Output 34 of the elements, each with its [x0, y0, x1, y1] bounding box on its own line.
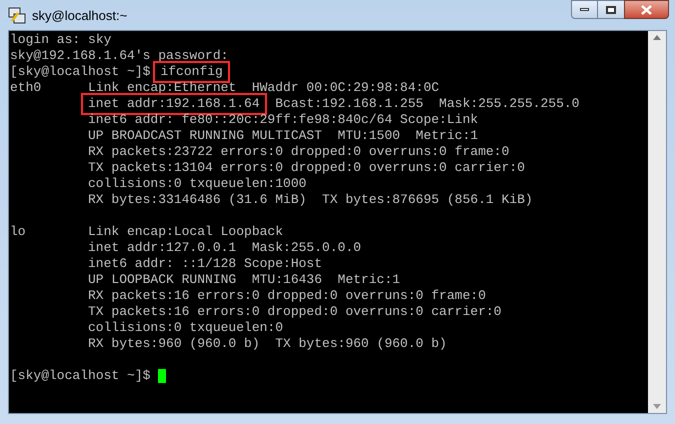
terminal-text: collisions:0 txqueuelen:1000 — [88, 176, 306, 192]
minimize-button[interactable] — [571, 0, 598, 19]
terminal-text: collisions:0 txqueuelen:0 — [88, 320, 284, 336]
window-title: sky@localhost:~ — [32, 7, 128, 25]
terminal-text: RX bytes:33146486 (31.6 MiB) TX bytes:876695 (856.1 KiB) — [88, 192, 533, 208]
interface-name: eth0 — [10, 80, 42, 95]
terminal-text: [sky@localhost ~]$ — [10, 64, 150, 80]
scroll-up-icon[interactable] — [653, 35, 661, 40]
terminal-text: inet addr:127.0.0.1 Mask:255.0.0.0 — [88, 240, 362, 256]
terminal-text: sky@192.168.1.64's password: — [10, 48, 228, 64]
highlighted-text: ifconfig — [153, 61, 230, 83]
terminal-text: RX bytes:960 (960.0 b) TX bytes:960 (960.0 b) — [88, 336, 447, 352]
terminal-text: RX packets:16 errors:0 dropped:0 overruns:0 frame:0 — [88, 288, 486, 304]
terminal-text: UP LOOPBACK RUNNING MTU:16436 Metric:1 — [88, 272, 400, 288]
terminal-text: inet6 addr: fe80::20c:29ff:fe98:840c/64 Scope:Link — [88, 112, 478, 128]
terminal-text: TX packets:13104 errors:0 dropped:0 overruns:0 carrier:0 — [88, 160, 525, 176]
terminal-text: TX packets:16 errors:0 dropped:0 overruns:0 carrier:0 — [88, 304, 502, 320]
scrollbar[interactable] — [648, 31, 666, 413]
minimize-icon — [580, 8, 589, 11]
terminal-text: login as: sky — [10, 32, 112, 48]
close-button[interactable] — [624, 0, 669, 19]
terminal-text: Bcast:192.168.1.255 Mask:255.255.255.0 — [275, 96, 580, 112]
maximize-icon — [606, 6, 616, 14]
terminal-text: RX packets:23722 errors:0 dropped:0 overruns:0 frame:0 — [88, 144, 510, 160]
highlighted-text: inet addr:192.168.1.64 — [81, 93, 267, 115]
terminal-text: Link encap:Local Loopback — [88, 224, 284, 240]
interface-name: lo — [10, 224, 26, 239]
maximize-button[interactable] — [598, 0, 624, 19]
terminal-text: Link encap:Ethernet HWaddr 00:0C:29:98:84:0C — [88, 80, 440, 96]
terminal-text: UP BROADCAST RUNNING MULTICAST MTU:1500 Metric:1 — [88, 128, 478, 144]
terminal-text: inet6 addr: ::1/128 Scope:Host — [88, 256, 322, 272]
terminal-app-icon — [8, 6, 26, 25]
close-icon — [641, 4, 652, 14]
terminal-text: [sky@localhost ~]$ — [10, 368, 150, 384]
